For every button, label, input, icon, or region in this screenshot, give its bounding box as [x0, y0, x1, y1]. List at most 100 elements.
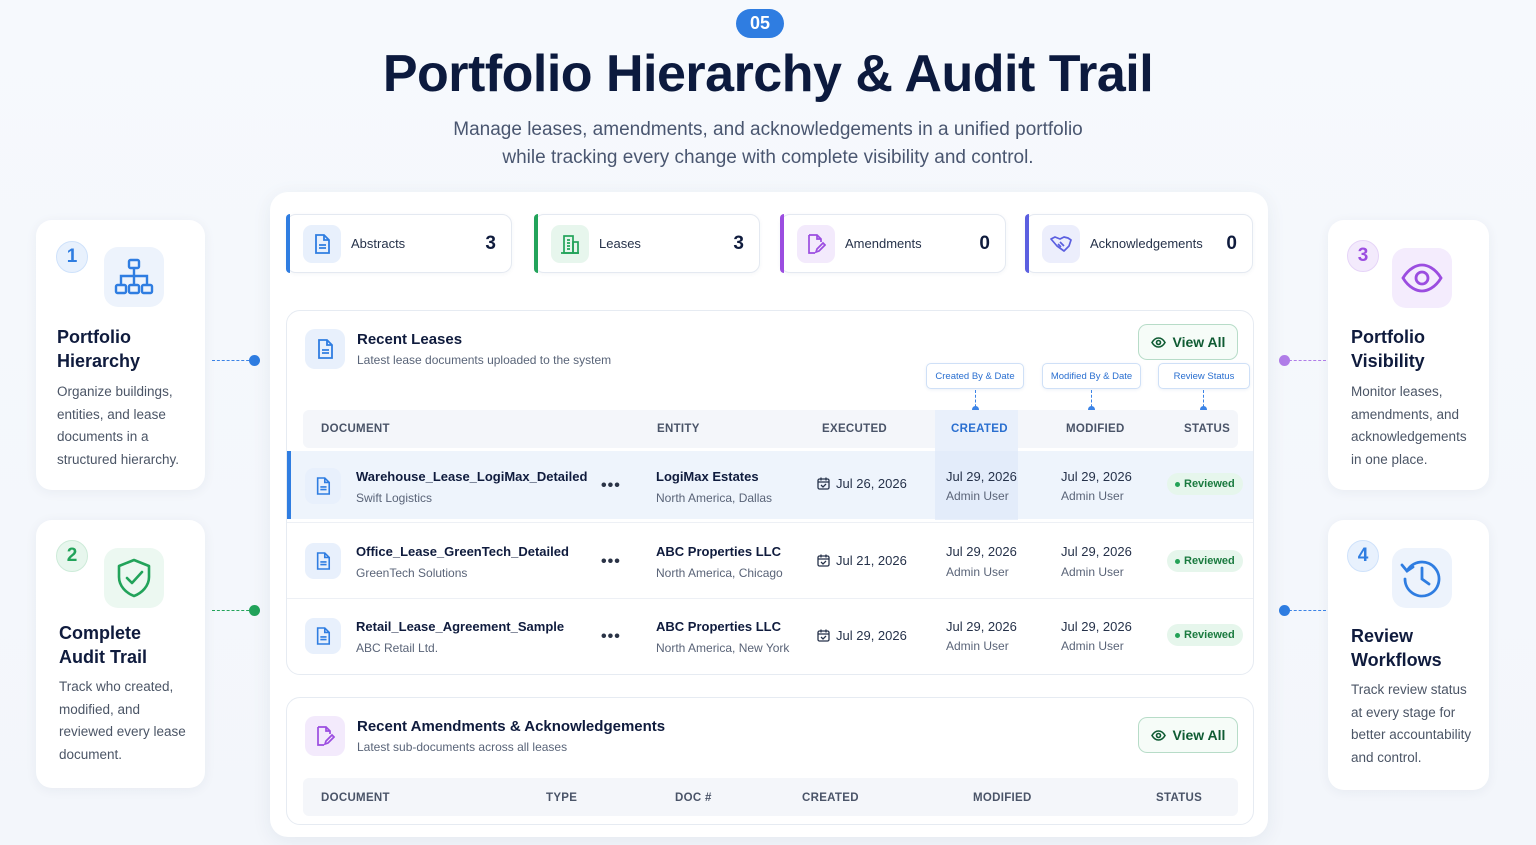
modified-by: Admin User: [1061, 489, 1124, 503]
column-header-document[interactable]: DOCUMENT: [321, 792, 390, 804]
section-number-badge: 05: [736, 9, 784, 38]
edit-document-icon: [797, 225, 835, 263]
more-options-button[interactable]: •••: [601, 553, 621, 571]
stat-card-leases[interactable]: Leases 3: [534, 214, 760, 273]
tenant-name: ABC Retail Ltd.: [356, 641, 439, 655]
created-by: Admin User: [946, 639, 1009, 653]
column-header-status[interactable]: STATUS: [1184, 423, 1230, 435]
feature-title: Portfolio Visibility: [1351, 327, 1425, 371]
document-icon: [305, 329, 345, 369]
stat-label: Acknowledgements: [1090, 236, 1203, 251]
stat-card-amendments[interactable]: Amendments 0: [780, 214, 1006, 273]
stat-card-acknowledgements[interactable]: Acknowledgements 0: [1025, 214, 1253, 273]
review-status-tag: Review Status: [1158, 363, 1250, 389]
connector-line: [212, 360, 254, 361]
entity-location: North America, Chicago: [656, 566, 783, 580]
edit-document-icon: [305, 716, 345, 756]
step-number: 1: [56, 241, 88, 273]
table-row-content: Warehouse_Lease_LogiMax_Detailed Swift L…: [287, 451, 1253, 519]
handshake-icon: [1042, 225, 1080, 263]
created-date: Jul 29, 2026: [946, 619, 1017, 634]
view-all-leases-button[interactable]: View All: [1138, 324, 1238, 360]
feature-card-portfolio-hierarchy: 1 Portfolio Hierarchy Organize buildings,…: [36, 220, 205, 490]
eye-icon: [1392, 248, 1452, 308]
accent-bar: [534, 214, 538, 273]
stat-value: 3: [733, 233, 744, 254]
stat-label: Amendments: [845, 236, 922, 251]
stat-value: 3: [485, 233, 496, 254]
column-header-entity[interactable]: ENTITY: [657, 423, 700, 435]
more-options-button[interactable]: •••: [601, 477, 621, 495]
column-header-modified[interactable]: MODIFIED: [973, 792, 1032, 804]
connector-line: [1284, 360, 1326, 361]
history-clock-icon: [1392, 548, 1452, 608]
tenant-name: Swift Logistics: [356, 491, 433, 505]
eye-icon: [1150, 336, 1166, 348]
table-row[interactable]: Office_Lease_GreenTech_Detailed GreenTec…: [287, 527, 1253, 595]
column-header-doc-number[interactable]: DOC #: [675, 792, 712, 804]
connector-dot: [1279, 355, 1290, 366]
shield-check-icon: [104, 548, 164, 608]
accent-bar: [780, 214, 784, 273]
entity-name: LogiMax Estates: [656, 469, 759, 484]
row-divider: [287, 522, 1253, 523]
created-date: Jul 29, 2026: [946, 544, 1017, 559]
executed-date: Jul 26, 2026: [817, 476, 907, 491]
column-header-document[interactable]: DOCUMENT: [321, 423, 390, 435]
calendar-icon: [817, 554, 830, 567]
stat-value: 0: [1226, 233, 1237, 254]
entity-name: ABC Properties LLC: [656, 619, 781, 634]
stat-label: Leases: [599, 236, 641, 251]
column-header-executed[interactable]: EXECUTED: [822, 423, 887, 435]
column-header-created[interactable]: CREATED: [802, 792, 859, 804]
view-all-label: View All: [1172, 334, 1226, 350]
row-divider: [287, 598, 1253, 599]
more-options-button[interactable]: •••: [601, 628, 621, 646]
stat-card-abstracts[interactable]: Abstracts 3: [286, 214, 512, 273]
column-header-type[interactable]: TYPE: [546, 792, 577, 804]
amendments-table-header: [303, 778, 1238, 816]
column-header-modified[interactable]: MODIFIED: [1066, 423, 1125, 435]
connector-line: [1284, 610, 1326, 611]
subtitle-line-1: Manage leases, amendments, and acknowled…: [453, 119, 1083, 140]
modified-by: Admin User: [1061, 565, 1124, 579]
calendar-icon: [817, 477, 830, 490]
feature-title: Complete Audit Trail: [59, 623, 148, 667]
section-title: Recent Amendments & Acknowledgements: [357, 718, 666, 735]
created-by-tag: Created By & Date: [926, 363, 1024, 389]
connector-dot: [249, 605, 260, 616]
step-number: 3: [1347, 240, 1379, 272]
executed-date: Jul 21, 2026: [817, 553, 907, 568]
status-badge: Reviewed: [1167, 473, 1243, 495]
section-title: Recent Leases: [357, 331, 463, 348]
connector-dot: [1279, 605, 1290, 616]
document-name[interactable]: Warehouse_Lease_LogiMax_Detailed: [356, 469, 587, 484]
step-number: 4: [1347, 540, 1379, 572]
feature-description: Organize buildings, entities, and lease d…: [57, 384, 180, 467]
modified-date: Jul 29, 2026: [1061, 469, 1132, 484]
building-icon: [551, 225, 589, 263]
status-badge: Reviewed: [1167, 624, 1243, 646]
document-name[interactable]: Retail_Lease_Agreement_Sample: [356, 619, 564, 634]
document-name[interactable]: Office_Lease_GreenTech_Detailed: [356, 544, 569, 559]
accent-bar: [286, 214, 290, 273]
column-header-status[interactable]: STATUS: [1156, 792, 1202, 804]
feature-card-audit-trail: 2 Complete Audit Trail Track who created,…: [36, 520, 205, 788]
connector-line: [212, 610, 254, 611]
document-icon: [305, 468, 341, 504]
column-header-created[interactable]: CREATED: [951, 423, 1008, 435]
modified-date: Jul 29, 2026: [1061, 544, 1132, 559]
created-by: Admin User: [946, 565, 1009, 579]
view-all-label: View All: [1172, 727, 1226, 743]
created-date: Jul 29, 2026: [946, 469, 1017, 484]
view-all-amendments-button[interactable]: View All: [1138, 717, 1238, 753]
modified-by: Admin User: [1061, 639, 1124, 653]
hierarchy-icon: [104, 247, 164, 307]
eye-icon: [1150, 729, 1166, 741]
stat-value: 0: [979, 233, 990, 254]
subtitle-line-2: while tracking every change with complet…: [502, 147, 1034, 168]
feature-card-portfolio-visibility: 3 Portfolio Visibility Monitor leases, ame…: [1328, 220, 1489, 490]
status-badge: Reviewed: [1167, 550, 1243, 572]
table-row[interactable]: Retail_Lease_Agreement_Sample ABC Retail…: [287, 602, 1253, 670]
modified-date: Jul 29, 2026: [1061, 619, 1132, 634]
